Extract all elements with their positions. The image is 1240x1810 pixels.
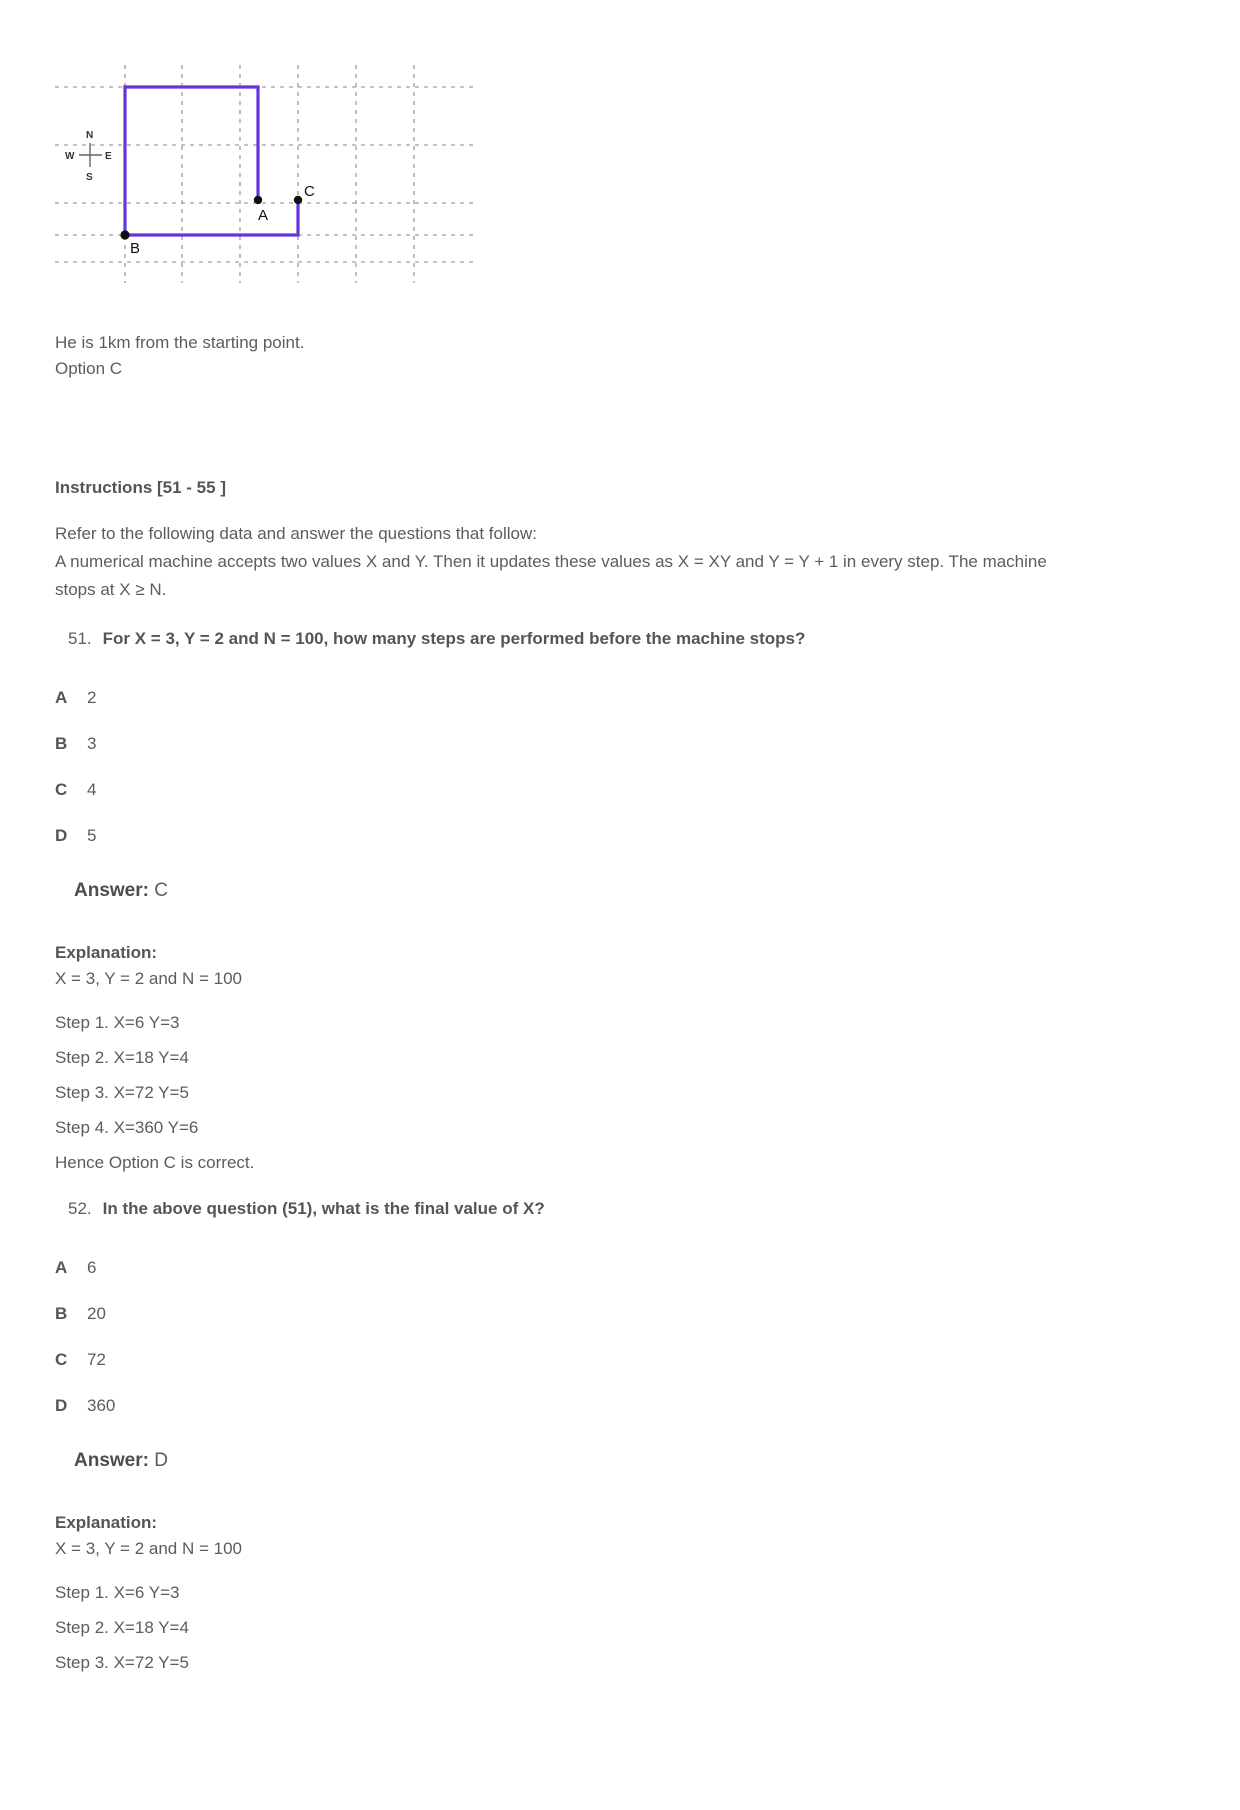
question-52-step-2: Step 2. X=18 Y=4 xyxy=(55,1618,189,1637)
question-51-explanation-line-1: X = 3, Y = 2 and N = 100 xyxy=(55,969,242,988)
option-a-value: 2 xyxy=(87,688,97,707)
option-a[interactable]: A 2 xyxy=(55,688,1185,734)
question-51-answer: Answer: C xyxy=(74,876,1185,906)
question-52-answer: Answer: D xyxy=(74,1446,1185,1476)
point-c-marker xyxy=(293,195,303,205)
point-a-marker xyxy=(253,195,263,205)
option-d-letter: D xyxy=(55,1396,68,1415)
direction-diagram: .gl { stroke:#8a8a8a; stroke-width:1.1; … xyxy=(55,55,475,290)
compass-north-label: N xyxy=(86,130,93,141)
direction-diagram-svg: .gl { stroke:#8a8a8a; stroke-width:1.1; … xyxy=(55,65,473,283)
question-52-options: A 6 B 20 C 72 D 360 xyxy=(55,1258,1185,1442)
question-51-explanation-label: Explanation: xyxy=(55,943,158,962)
option-b-letter: B xyxy=(55,734,68,753)
question-51-step-2: Step 2. X=18 Y=4 xyxy=(55,1048,189,1067)
option-c-value: 4 xyxy=(87,780,97,799)
option-d-value: 5 xyxy=(87,826,97,845)
option-a[interactable]: A 6 xyxy=(55,1258,1185,1304)
answer-value: C xyxy=(154,880,168,901)
question-51-step-1: Step 1. X=6 Y=3 xyxy=(55,1013,180,1032)
compass-west-label: W xyxy=(65,151,75,162)
question-52-step-1: Step 1. X=6 Y=3 xyxy=(55,1583,180,1602)
point-c-label: C xyxy=(304,183,315,200)
option-a-letter: A xyxy=(55,1258,68,1277)
question-51: 51. For X = 3, Y = 2 and N = 100, how ma… xyxy=(68,626,1185,652)
option-b[interactable]: B 20 xyxy=(55,1304,1185,1350)
answer-value: D xyxy=(154,1450,168,1471)
instructions-paragraph-line-2: A numerical machine accepts two values X… xyxy=(55,552,1047,571)
question-52-text: In the above question (51), what is the … xyxy=(102,1199,545,1218)
option-b-letter: B xyxy=(55,1304,68,1323)
point-b-label: B xyxy=(130,240,140,257)
point-b-marker xyxy=(120,230,130,240)
question-51-options: A 2 B 3 C 4 D 5 xyxy=(55,688,1185,872)
question-52-explanation-line-1: X = 3, Y = 2 and N = 100 xyxy=(55,1539,242,1558)
option-d-letter: D xyxy=(55,826,68,845)
option-b[interactable]: B 3 xyxy=(55,734,1185,780)
question-51-step-4: Step 4. X=360 Y=6 xyxy=(55,1118,199,1137)
question-51-step-3: Step 3. X=72 Y=5 xyxy=(55,1083,189,1102)
figure-caption-line-2: Option C xyxy=(55,359,123,378)
option-b-value: 20 xyxy=(87,1304,106,1323)
question-52-number: 52. xyxy=(68,1199,92,1218)
option-c[interactable]: C 4 xyxy=(55,780,1185,826)
question-51-text: For X = 3, Y = 2 and N = 100, how many s… xyxy=(102,629,806,648)
compass-east-label: E xyxy=(105,151,112,162)
question-51-conclusion: Hence Option C is correct. xyxy=(55,1153,255,1172)
point-a-label: A xyxy=(258,207,268,224)
grid-vertical-lines xyxy=(124,65,415,283)
option-c-letter: C xyxy=(55,1350,68,1369)
option-c[interactable]: C 72 xyxy=(55,1350,1185,1396)
compass-south-label: S xyxy=(86,172,93,183)
document-page: .gl { stroke:#8a8a8a; stroke-width:1.1; … xyxy=(0,55,1240,1810)
instructions-heading: Instructions [51 - 55 ] xyxy=(55,478,226,497)
question-52: 52. In the above question (51), what is … xyxy=(68,1196,1185,1222)
option-d-value: 360 xyxy=(87,1396,116,1415)
compass-rose: N S E W xyxy=(65,130,112,183)
option-d[interactable]: D 360 xyxy=(55,1396,1185,1442)
option-a-letter: A xyxy=(55,688,68,707)
answer-label: Answer: xyxy=(74,880,149,901)
question-52-explanation-label: Explanation: xyxy=(55,1513,158,1532)
option-d[interactable]: D 5 xyxy=(55,826,1185,872)
figure-caption-line-1: He is 1km from the starting point. xyxy=(55,333,305,352)
option-c-value: 72 xyxy=(87,1350,106,1369)
instructions-paragraph-line-3: stops at X ≥ N. xyxy=(55,580,167,599)
question-51-number: 51. xyxy=(68,629,92,648)
answer-label: Answer: xyxy=(74,1450,149,1471)
option-c-letter: C xyxy=(55,780,68,799)
question-52-step-3: Step 3. X=72 Y=5 xyxy=(55,1653,189,1672)
instructions-paragraph-line-1: Refer to the following data and answer t… xyxy=(55,524,537,543)
option-a-value: 6 xyxy=(87,1258,97,1277)
option-b-value: 3 xyxy=(87,734,97,753)
travel-path xyxy=(123,85,300,237)
